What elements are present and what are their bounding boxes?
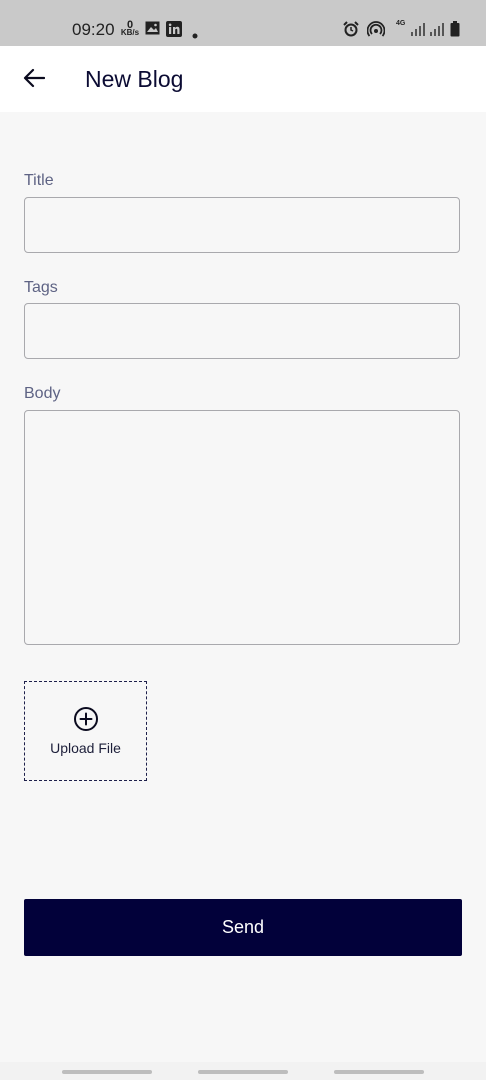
network-speed: 0 KB/s bbox=[120, 20, 140, 39]
network-type: 4G bbox=[396, 20, 406, 27]
network-speed-unit: KB/s bbox=[120, 28, 140, 37]
title-label: Title bbox=[24, 172, 54, 189]
tags-input[interactable] bbox=[24, 303, 460, 359]
system-nav-bar bbox=[0, 1062, 486, 1080]
nav-recents-button[interactable] bbox=[62, 1070, 152, 1074]
back-button[interactable] bbox=[14, 58, 54, 98]
arrow-left-icon bbox=[23, 68, 45, 88]
nav-home-button[interactable] bbox=[198, 1070, 288, 1074]
status-time: 09:20 bbox=[72, 20, 115, 39]
notification-dot-icon bbox=[192, 26, 198, 44]
signal-icon-2 bbox=[429, 21, 445, 42]
alarm-icon bbox=[343, 21, 359, 42]
upload-file-label: Upload File bbox=[50, 740, 121, 756]
status-bar: 09:20 0 KB/s 4G bbox=[0, 0, 486, 46]
page-title: New Blog bbox=[85, 66, 184, 92]
hotspot-icon bbox=[366, 21, 386, 42]
body-textarea[interactable] bbox=[24, 410, 460, 645]
upload-file-button[interactable]: Upload File bbox=[24, 681, 147, 781]
linkedin-icon bbox=[166, 21, 182, 42]
send-button[interactable]: Send bbox=[24, 899, 462, 956]
title-input[interactable] bbox=[24, 197, 460, 253]
app-bar: New Blog bbox=[0, 46, 486, 112]
gallery-icon bbox=[145, 21, 160, 40]
battery-icon bbox=[450, 21, 460, 42]
plus-circle-icon bbox=[73, 707, 98, 731]
body-label: Body bbox=[24, 385, 61, 402]
signal-icon bbox=[410, 21, 426, 42]
tags-label: Tags bbox=[24, 279, 58, 296]
nav-back-button[interactable] bbox=[334, 1070, 424, 1074]
